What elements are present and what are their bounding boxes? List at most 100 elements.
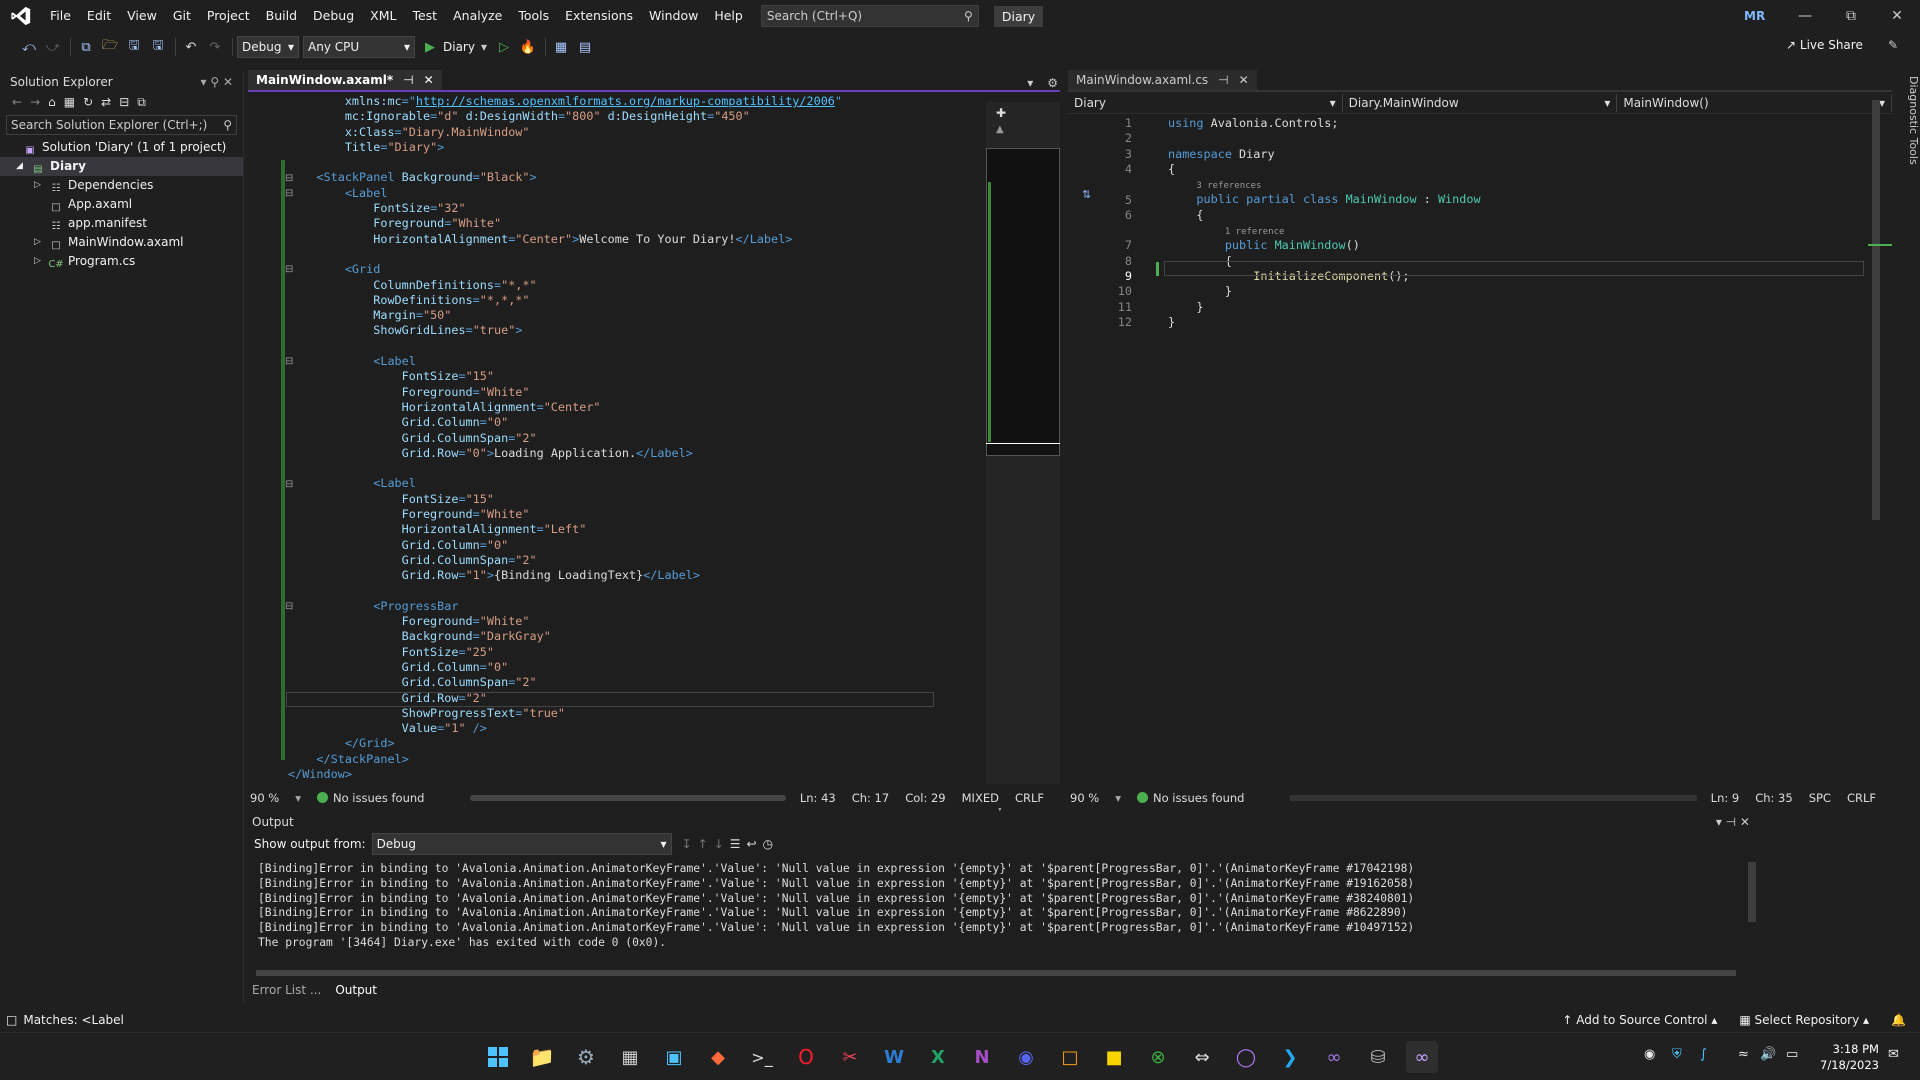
- pin-icon[interactable]: ⊣: [403, 70, 413, 90]
- hot-reload-icon[interactable]: 🔥: [517, 36, 539, 58]
- run-target-button[interactable]: Diary: [443, 40, 475, 54]
- timestamp-icon[interactable]: ◷: [763, 837, 773, 851]
- fold-toggle-icon[interactable]: ⊟: [285, 264, 293, 275]
- feedback-icon[interactable]: ✎: [1888, 38, 1898, 52]
- word-icon[interactable]: W: [878, 1041, 910, 1073]
- snipping-tool-icon[interactable]: ✂: [834, 1041, 866, 1073]
- wifi-icon[interactable]: ≈: [1738, 1047, 1749, 1062]
- tree-item[interactable]: □ App.axaml: [0, 195, 243, 214]
- menu-view[interactable]: View: [119, 0, 165, 32]
- indent-indicator[interactable]: SPC: [1809, 791, 1831, 805]
- opera-browser-icon[interactable]: O: [790, 1041, 822, 1073]
- collapse-all-icon[interactable]: ⊟: [119, 95, 129, 109]
- menu-build[interactable]: Build: [258, 0, 305, 32]
- tree-item[interactable]: ▷ □ MainWindow.axaml: [0, 233, 243, 252]
- close-tab-icon[interactable]: ✕: [1239, 70, 1249, 90]
- terminal-icon[interactable]: >_: [746, 1041, 778, 1073]
- visual-studio-active-icon[interactable]: ∞: [1406, 1041, 1438, 1073]
- tab-mainwindow-axaml-cs[interactable]: MainWindow.axaml.cs ⊣ ✕: [1068, 70, 1257, 90]
- restore-button[interactable]: ⧉: [1828, 0, 1874, 32]
- git-client-icon[interactable]: ◆: [702, 1041, 734, 1073]
- switch-views-icon[interactable]: ▦: [64, 95, 75, 109]
- split-icon[interactable]: ✚: [996, 106, 1006, 120]
- pending-changes-icon[interactable]: ↻: [83, 95, 93, 109]
- prev-message-icon[interactable]: ↑: [698, 837, 708, 851]
- undo-icon[interactable]: ↶: [180, 36, 202, 58]
- browse-icon[interactable]: ▦: [550, 36, 572, 58]
- vscode-icon[interactable]: ❯: [1274, 1041, 1306, 1073]
- menu-file[interactable]: File: [42, 0, 79, 32]
- battery-icon[interactable]: ▭: [1786, 1047, 1798, 1062]
- select-repository-button[interactable]: ▦ Select Repository ▴: [1739, 1013, 1869, 1027]
- fold-toggle-icon[interactable]: ⊟: [285, 356, 293, 367]
- settings-gear-icon[interactable]: ⚙: [570, 1041, 602, 1073]
- add-source-control-button[interactable]: ↑ Add to Source Control ▴: [1562, 1013, 1717, 1027]
- forward-icon[interactable]: ⤻: [42, 36, 64, 58]
- tab-mainwindow-axaml[interactable]: MainWindow.axaml* ⊣ ✕: [248, 70, 442, 90]
- expanded-chevron-icon[interactable]: ◢: [16, 157, 30, 176]
- tab-dropdown-icon[interactable]: ▾: [1027, 76, 1033, 90]
- clock[interactable]: 3:18 PM 7/18/2023: [1820, 1041, 1879, 1073]
- menu-analyze[interactable]: Analyze: [445, 0, 510, 32]
- pin-icon[interactable]: ⊣: [1218, 70, 1228, 90]
- teamviewer-icon[interactable]: ⇔: [1186, 1041, 1218, 1073]
- xbox-icon[interactable]: ⊗: [1142, 1041, 1174, 1073]
- next-message-icon[interactable]: ↓: [714, 837, 724, 851]
- notification-center-icon[interactable]: ✉: [1888, 1047, 1899, 1062]
- panel-controls[interactable]: ▾ ⚲ ✕: [201, 75, 234, 89]
- start-windows-icon[interactable]: [482, 1041, 514, 1073]
- vertical-scrollbar[interactable]: [1868, 94, 1892, 794]
- excel-icon[interactable]: X: [922, 1041, 954, 1073]
- settings-gear-icon[interactable]: ⚙: [1047, 76, 1058, 90]
- collapsed-chevron-icon[interactable]: ▷: [34, 233, 48, 252]
- solution-name-badge[interactable]: Diary: [993, 5, 1044, 27]
- menu-debug[interactable]: Debug: [305, 0, 362, 32]
- collapsed-chevron-icon[interactable]: ▷: [34, 176, 48, 195]
- eol-indicator[interactable]: CRLF: [1015, 791, 1044, 805]
- onenote-icon[interactable]: N: [966, 1041, 998, 1073]
- menu-help[interactable]: Help: [706, 0, 751, 32]
- forward-icon[interactable]: →: [30, 95, 40, 109]
- horizontal-scrollbar[interactable]: [1290, 795, 1697, 801]
- minimap-scrollbar[interactable]: ✚ ▲ ▼: [986, 102, 1060, 813]
- menu-xml[interactable]: XML: [362, 0, 404, 32]
- tree-item[interactable]: ☷ app.manifest: [0, 214, 243, 233]
- output-hscrollbar[interactable]: [256, 970, 1736, 976]
- database-icon[interactable]: ⛁: [1362, 1041, 1394, 1073]
- new-project-icon[interactable]: ⧉: [75, 36, 97, 58]
- redo-icon[interactable]: ↷: [204, 36, 226, 58]
- zoom-level[interactable]: 90 %: [1070, 791, 1099, 805]
- eol-indicator[interactable]: CRLF: [1847, 791, 1876, 805]
- tree-item[interactable]: ▷ C# Program.cs: [0, 252, 243, 271]
- menu-test[interactable]: Test: [404, 0, 445, 32]
- game-launcher-icon[interactable]: □: [1054, 1041, 1086, 1073]
- menu-extensions[interactable]: Extensions: [557, 0, 641, 32]
- word-wrap-icon[interactable]: ↩: [747, 837, 757, 851]
- bluetooth-icon[interactable]: ∫: [1700, 1047, 1707, 1062]
- nav-project-dropdown[interactable]: Diary ▾: [1068, 93, 1343, 112]
- codelens-references[interactable]: 1 reference: [1225, 227, 1285, 237]
- codelens-icon[interactable]: ⇅: [1082, 188, 1091, 201]
- home-icon[interactable]: ⌂: [48, 95, 56, 109]
- menu-window[interactable]: Window: [641, 0, 706, 32]
- minimize-button[interactable]: —: [1782, 0, 1828, 32]
- avatar[interactable]: MR: [1744, 6, 1765, 26]
- nav-member-dropdown[interactable]: MainWindow() ▾: [1617, 93, 1893, 112]
- indent-indicator[interactable]: MIXED: [962, 791, 999, 805]
- fold-toggle-icon[interactable]: ⊟: [285, 479, 293, 490]
- clear-all-icon[interactable]: ☰: [730, 837, 741, 851]
- menu-tools[interactable]: Tools: [510, 0, 557, 32]
- zoom-level[interactable]: 90 %: [250, 791, 279, 805]
- volume-icon[interactable]: 🔊: [1760, 1047, 1776, 1062]
- fold-toggle-icon[interactable]: ⊟: [285, 601, 293, 612]
- search-input[interactable]: Search (Ctrl+Q) ⚲: [760, 5, 979, 27]
- fold-toggle-icon[interactable]: ⊟: [285, 173, 293, 184]
- platform-dropdown[interactable]: Any CPU ▾: [303, 36, 415, 58]
- sticky-notes-icon[interactable]: ■: [1098, 1041, 1130, 1073]
- close-tab-icon[interactable]: ✕: [424, 70, 434, 90]
- horizontal-scrollbar[interactable]: [470, 795, 786, 801]
- configuration-dropdown[interactable]: Debug ▾: [237, 36, 299, 58]
- run-play-icon[interactable]: ▶: [419, 36, 441, 58]
- remote-desktop-icon[interactable]: ▣: [658, 1041, 690, 1073]
- nav-class-dropdown[interactable]: Diary.MainWindow ▾: [1343, 93, 1618, 112]
